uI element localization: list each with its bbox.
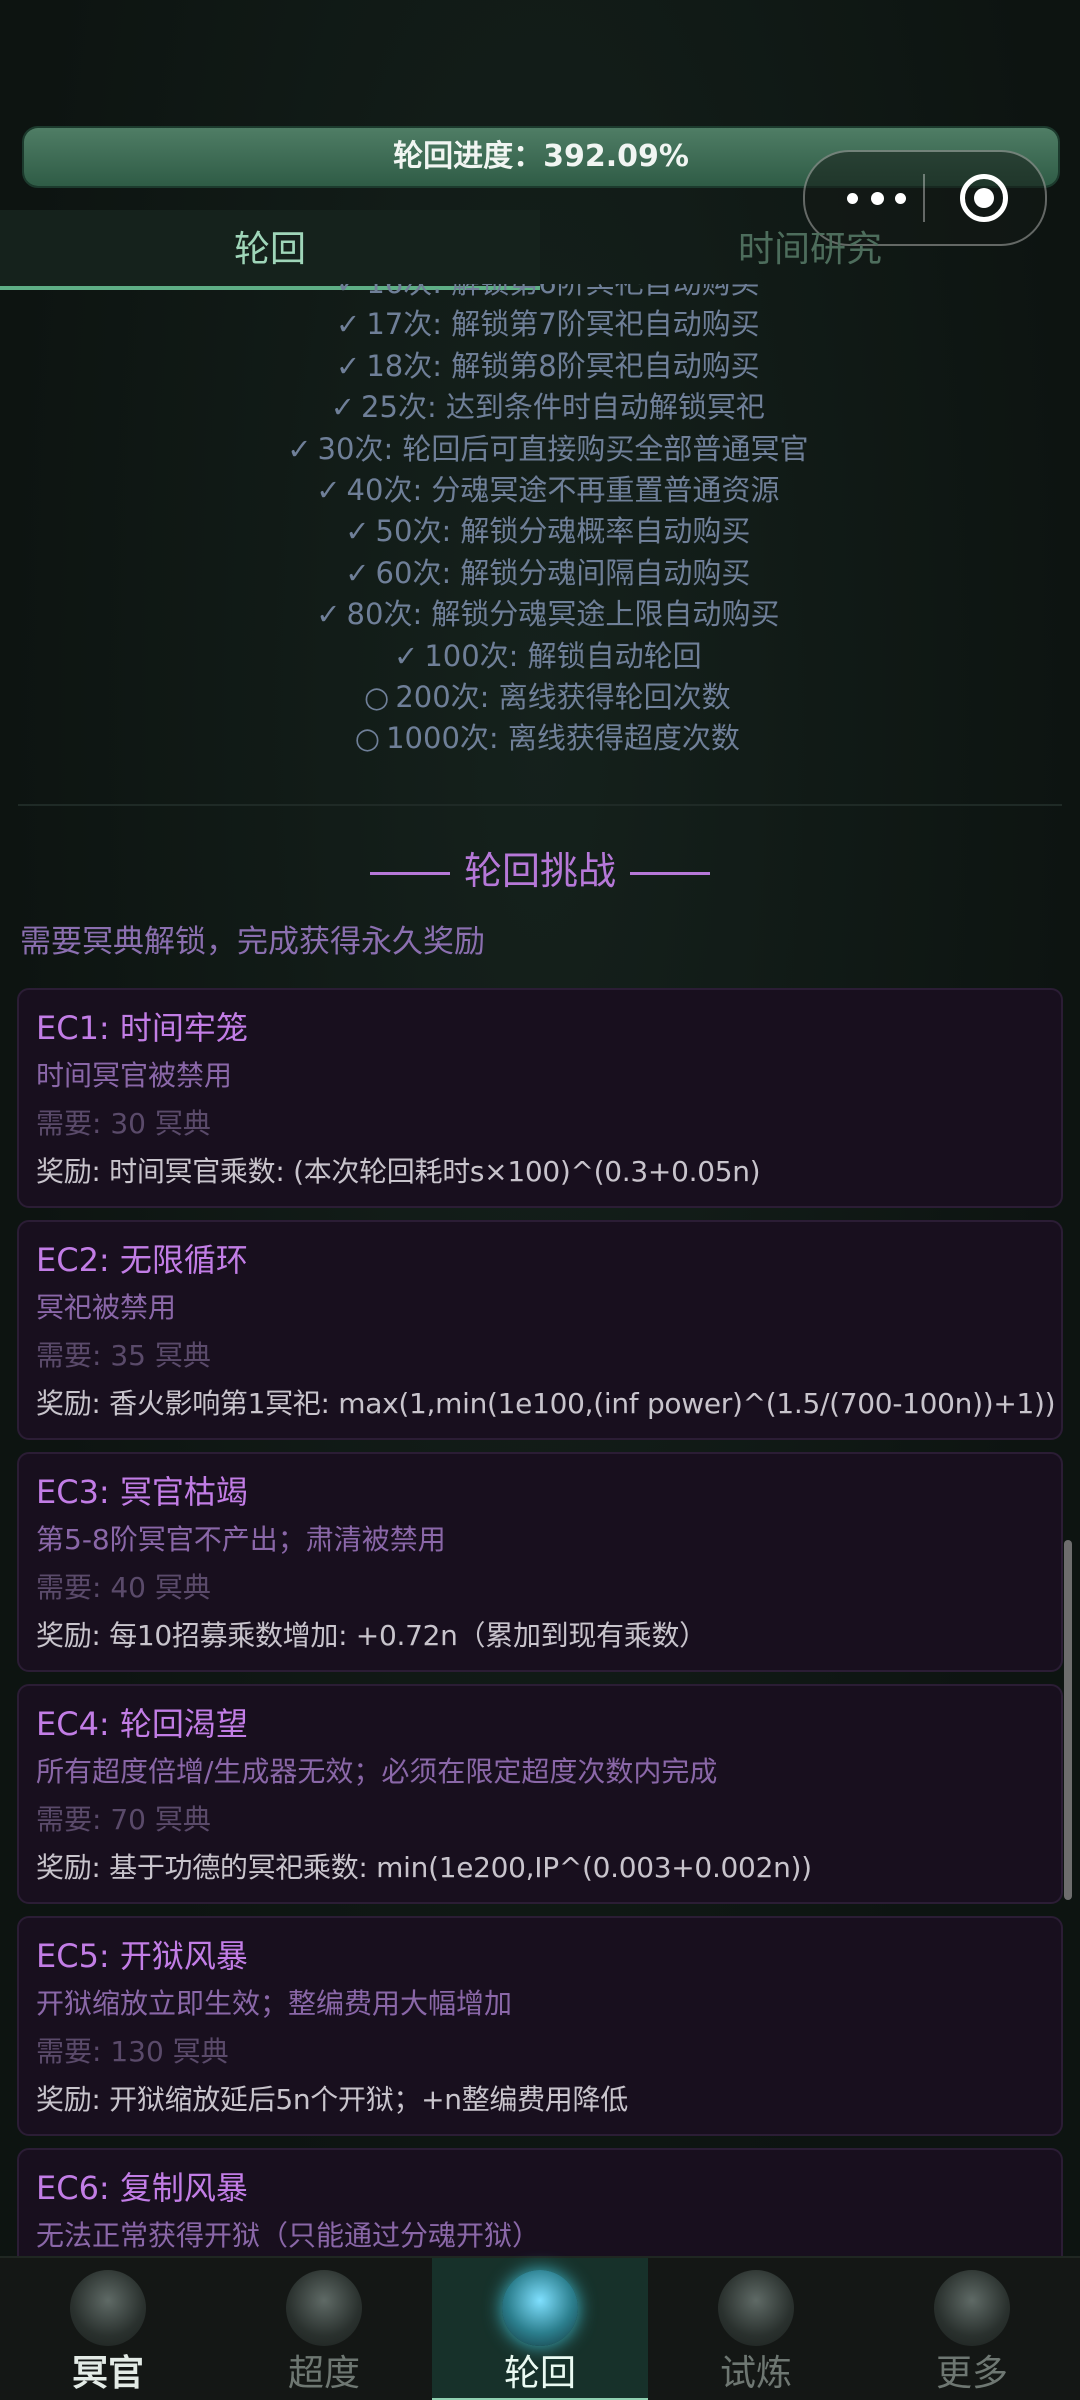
challenge-desc: 开狱缩放立即生效；整编费用大幅增加 <box>36 1987 513 2020</box>
check-icon: ✓ <box>394 638 419 673</box>
challenge-card[interactable]: EC3: 冥官枯竭 第5-8阶冥官不产出；肃清被禁用 需要: 40 冥典 奖励:… <box>17 1452 1063 1672</box>
bottom-nav: 冥官 超度 轮回 试炼 更多 <box>0 2256 1080 2400</box>
nav-item-trial[interactable]: 试炼 <box>648 2258 864 2400</box>
tab-reincarnation[interactable]: 轮回 <box>0 210 540 290</box>
check-icon: ✓ <box>336 348 361 383</box>
challenge-section-title: 轮回挑战 <box>0 840 1080 895</box>
challenge-desc: 时间冥官被禁用 <box>36 1059 233 1092</box>
trial-flame-icon <box>718 2270 794 2346</box>
nav-label: 更多 <box>935 2353 1008 2394</box>
reincarnation-icon <box>502 2270 578 2346</box>
check-icon: ✓ <box>320 284 360 304</box>
check-icon: ✓ <box>345 555 370 590</box>
challenge-requirement: 需要: 40 冥典 <box>36 1571 211 1604</box>
challenge-desc: 所有超度倍增/生成器无效；必须在限定超度次数内完成 <box>36 1755 718 1788</box>
nav-label: 轮回 <box>503 2353 576 2394</box>
milestone-item: ○ 1000次: 离线获得超度次数 <box>0 718 1080 759</box>
challenge-desc: 第5-8阶冥官不产出；肃清被禁用 <box>36 1523 446 1556</box>
check-icon: ✓ <box>287 431 312 466</box>
challenge-title: EC1: 时间牢笼 <box>36 1009 248 1047</box>
pagoda-icon <box>286 2270 362 2346</box>
milestone-item: ✓ 100次: 解锁自动轮回 <box>0 636 1080 677</box>
circle-icon: ○ <box>364 679 390 714</box>
challenge-list: EC1: 时间牢笼 时间冥官被禁用 需要: 30 冥典 奖励: 时间冥官乘数: … <box>0 988 1080 2256</box>
nav-label: 超度 <box>287 2353 360 2394</box>
nav-label: 试炼 <box>719 2353 792 2394</box>
tab-time-research[interactable]: 时间研究 <box>540 210 1080 290</box>
challenge-card[interactable]: EC4: 轮回渴望 所有超度倍增/生成器无效；必须在限定超度次数内完成 需要: … <box>17 1684 1063 1904</box>
challenge-title: EC4: 轮回渴望 <box>36 1705 248 1743</box>
milestone-item: ✓ 80次: 解锁分魂冥途上限自动购买 <box>0 594 1080 635</box>
app-page: 轮回进度：392.09% 轮回 时间研究 ✓16次: 解锁第6阶冥祀自动购买 ✓… <box>0 0 1080 2400</box>
section-divider <box>18 804 1062 806</box>
challenge-reward: 奖励: 香火影响第1冥祀: max(1,min(1e100,(inf power… <box>36 1387 1056 1420</box>
check-icon: ✓ <box>316 597 341 632</box>
scrollbar[interactable] <box>1064 1540 1072 1900</box>
milestone-item: ✓ 17次: 解锁第7阶冥祀自动购买 <box>0 304 1080 345</box>
challenge-section-desc: 需要冥典解锁，完成获得永久奖励 <box>20 924 485 960</box>
milestone-list: ✓16次: 解锁第6阶冥祀自动购买 ✓17次: 解锁第7阶冥祀自动购买 ✓18次… <box>0 284 1080 780</box>
nav-item-reincarnation[interactable]: 轮回 <box>432 2258 648 2400</box>
milestone-item: ✓ 40次: 分魂冥途不再重置普通资源 <box>0 470 1080 511</box>
challenge-title: EC6: 复制风暴 <box>36 2169 248 2207</box>
milestone-item: ✓ 60次: 解锁分魂间隔自动购买 <box>0 553 1080 594</box>
challenge-card[interactable]: EC1: 时间牢笼 时间冥官被禁用 需要: 30 冥典 奖励: 时间冥官乘数: … <box>17 988 1063 1208</box>
check-icon: ✓ <box>336 307 361 342</box>
check-icon: ✓ <box>345 514 370 549</box>
milestone-item: ✓ 25次: 达到条件时自动解锁冥祀 <box>0 387 1080 428</box>
milestone-item: ✓ 50次: 解锁分魂概率自动购买 <box>0 511 1080 552</box>
challenge-requirement: 需要: 35 冥典 <box>36 1339 211 1372</box>
challenge-title: EC5: 开狱风暴 <box>36 1937 248 1975</box>
challenge-card[interactable]: EC6: 复制风暴 无法正常获得开狱（只能通过分魂开狱） <box>17 2148 1063 2256</box>
challenge-requirement: 需要: 30 冥典 <box>36 1107 211 1140</box>
more-lotus-icon <box>934 2270 1010 2346</box>
challenge-reward: 奖励: 每10招募乘数增加: +0.72n（累加到现有乘数） <box>36 1619 707 1652</box>
milestone-item: ✓ 30次: 轮回后可直接购买全部普通冥官 <box>0 429 1080 470</box>
challenge-title: EC3: 冥官枯竭 <box>36 1473 248 1511</box>
check-icon: ✓ <box>316 472 341 507</box>
nav-item-officials[interactable]: 冥官 <box>0 2258 216 2400</box>
nav-label: 冥官 <box>71 2353 144 2394</box>
challenge-card[interactable]: EC5: 开狱风暴 开狱缩放立即生效；整编费用大幅增加 需要: 130 冥典 奖… <box>17 1916 1063 2136</box>
milestone-item: ✓16次: 解锁第6阶冥祀自动购买 <box>0 284 1080 304</box>
challenge-requirement: 需要: 70 冥典 <box>36 1803 211 1836</box>
nav-item-more[interactable]: 更多 <box>864 2258 1080 2400</box>
check-icon: ✓ <box>330 390 356 425</box>
tab-bar: 轮回 时间研究 <box>0 210 1080 290</box>
challenge-title: EC2: 无限循环 <box>36 1241 248 1279</box>
milestone-item: ○ 200次: 离线获得轮回次数 <box>0 677 1080 718</box>
challenge-card[interactable]: EC2: 无限循环 冥祀被禁用 需要: 35 冥典 奖励: 香火影响第1冥祀: … <box>17 1220 1063 1440</box>
challenge-requirement: 需要: 130 冥典 <box>36 2035 229 2068</box>
circle-icon: ○ <box>354 721 381 756</box>
challenge-desc: 冥祀被禁用 <box>36 1291 177 1324</box>
nav-item-salvation[interactable]: 超度 <box>216 2258 432 2400</box>
ghost-official-icon <box>70 2270 146 2346</box>
challenge-reward: 奖励: 时间冥官乘数: (本次轮回耗时s×100)^(0.3+0.05n) <box>36 1155 761 1188</box>
milestone-item: ✓ 18次: 解锁第8阶冥祀自动购买 <box>0 346 1080 387</box>
challenge-reward: 奖励: 开狱缩放延后5n个开狱；+n整编费用降低 <box>36 2083 628 2116</box>
challenge-desc: 无法正常获得开狱（只能通过分魂开狱） <box>36 2219 541 2252</box>
challenge-reward: 奖励: 基于功德的冥祀乘数: min(1e200,IP^(0.003+0.002… <box>36 1851 812 1884</box>
